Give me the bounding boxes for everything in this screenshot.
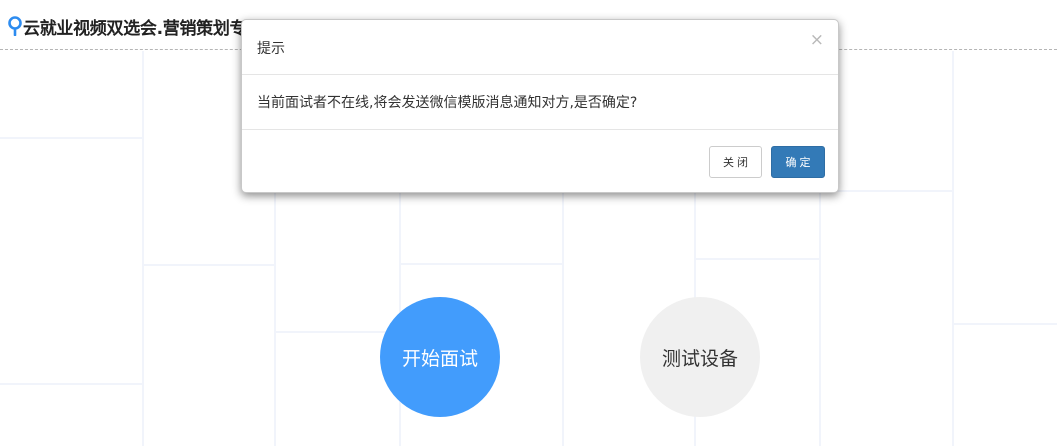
dialog-message: 当前面试者不在线,将会发送微信模版消息通知对方,是否确定?: [257, 95, 638, 111]
dialog-footer: 关闭 确定: [242, 130, 838, 192]
start-interview-button[interactable]: 开始面试: [380, 297, 500, 417]
test-device-label: 测试设备: [661, 347, 738, 370]
dialog-header: 提示 ×: [242, 20, 838, 75]
dialog-title: 提示: [257, 41, 285, 57]
page-title: 云就业视频双选会.营销策划专场: [23, 19, 263, 39]
test-device-button[interactable]: 测试设备: [640, 297, 760, 417]
close-icon[interactable]: ×: [810, 32, 824, 49]
dialog-body: 当前面试者不在线,将会发送微信模版消息通知对方,是否确定?: [242, 75, 838, 130]
location-pin-icon: [8, 16, 22, 36]
confirm-button[interactable]: 确定: [771, 146, 825, 178]
close-button[interactable]: 关闭: [709, 146, 762, 178]
start-interview-label: 开始面试: [401, 347, 478, 370]
confirm-dialog: 提示 × 当前面试者不在线,将会发送微信模版消息通知对方,是否确定? 关闭 确定: [241, 19, 839, 193]
